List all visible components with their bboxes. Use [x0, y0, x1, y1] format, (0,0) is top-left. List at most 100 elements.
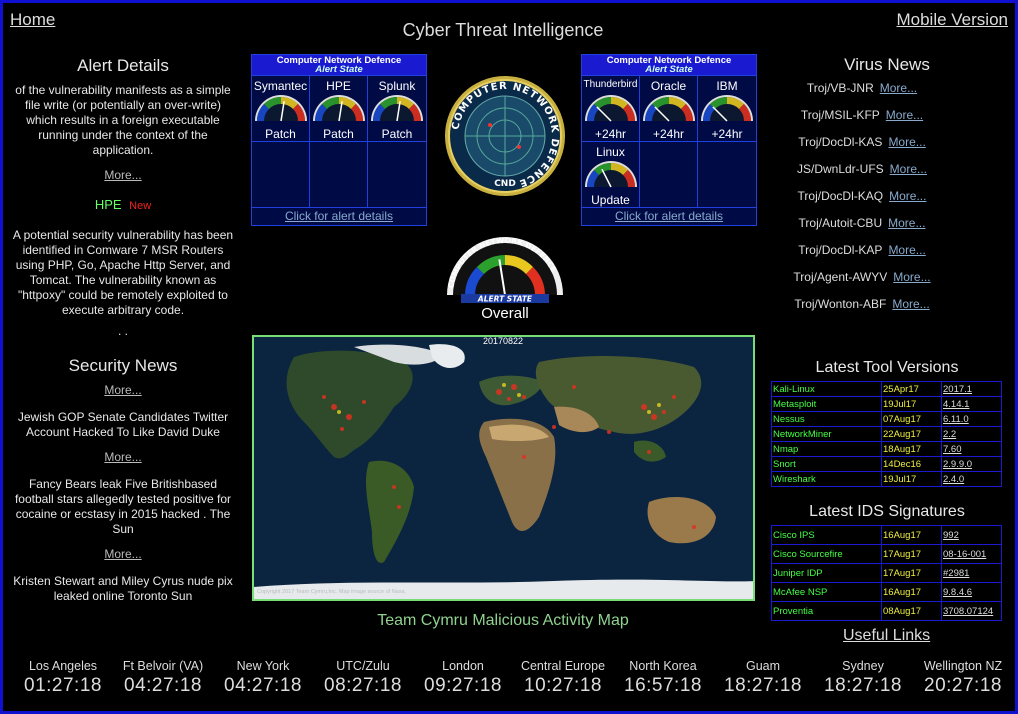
alert-more-link[interactable]: More...: [11, 168, 235, 183]
version-link[interactable]: 9.8.4.6: [941, 582, 1002, 602]
vendor-name: Symantec: [253, 79, 308, 93]
alert-vendor-line: HPE New: [11, 197, 235, 214]
version-link[interactable]: 4.14.1: [941, 396, 1002, 412]
vendor-status: +24hr: [711, 127, 743, 141]
list-item: JS/DwnLdr-UFS More...: [767, 162, 1007, 189]
news-more-link[interactable]: More...: [11, 450, 235, 465]
vendor-name: HPE: [326, 79, 351, 93]
version-link[interactable]: 3708.07124: [941, 601, 1002, 621]
news-item: Kristen Stewart and Miley Cyrus nude pix…: [13, 574, 233, 603]
version-link[interactable]: 7.60: [941, 441, 1002, 457]
table-row: Cisco Sourcefire 17Aug17 08-16-001: [771, 544, 1002, 564]
tool-name: Proventia: [771, 601, 882, 621]
vendor-status: Update: [591, 193, 630, 207]
tool-name: Wireshark: [771, 471, 882, 487]
clock: Guam 18:27:18: [713, 659, 813, 697]
panel-header-sub: Alert State: [645, 64, 693, 75]
vendor-status: Patch: [265, 127, 296, 141]
release-date: 19Jul17: [881, 471, 942, 487]
clock-time: 04:27:18: [124, 675, 202, 696]
virus-more-link[interactable]: More...: [893, 270, 930, 284]
tool-name: NetworkMiner: [771, 426, 882, 442]
version-link[interactable]: #2981: [941, 563, 1002, 583]
list-item: Troj/Agent-AWYV More...: [767, 270, 1007, 297]
alert-details-link[interactable]: Click for alert details: [615, 209, 723, 223]
map-date: 20170822: [482, 336, 524, 346]
virus-more-link[interactable]: More...: [880, 81, 917, 95]
news-more-link[interactable]: More...: [11, 547, 235, 562]
virus-news-list: Troj/VB-JNR More... Troj/MSIL-KFP More... …: [767, 81, 1007, 324]
ids-signatures-table: Cisco IPS 16Aug17 992 Cisco Sourcefire 17Aug…: [771, 525, 1002, 621]
news-item: Fancy Bears leak Five Britishbased footb…: [14, 477, 232, 536]
clock: Central Europe 10:27:18: [513, 659, 613, 697]
table-row: Cisco IPS 16Aug17 992: [771, 525, 1002, 545]
version-link[interactable]: 2.9.9.0: [941, 456, 1002, 472]
vendor-cell-linux[interactable]: Linux Update: [582, 142, 640, 208]
vendor-cell-ibm[interactable]: IBM +24hr: [698, 76, 756, 142]
gauge-icon: [701, 95, 753, 122]
alert-vendor: HPE: [94, 197, 122, 212]
tool-versions-table: Kali-Linux 25Apr17 2017.1 Metasploit 19Jul17…: [771, 381, 1002, 487]
map-copyright: Copyright 2017 Team Cymru,Inc. Map image…: [257, 589, 407, 595]
virus-more-link[interactable]: More...: [888, 135, 925, 149]
mobile-version-link[interactable]: Mobile Version: [896, 10, 1008, 30]
tool-name: Nessus: [771, 411, 882, 427]
clock: Los Angeles 01:27:18: [13, 659, 113, 697]
virus-more-link[interactable]: More...: [888, 216, 925, 230]
list-item: Troj/VB-JNR More...: [767, 81, 1007, 108]
page-title: Cyber Threat Intelligence: [402, 20, 604, 40]
vendor-cell-thunderbird[interactable]: Thunderbird +24hr: [582, 76, 640, 142]
news-item: Jewish GOP Senate Candidates Twitter Acc…: [17, 410, 229, 439]
clock-city: UTC/Zulu: [336, 659, 390, 673]
malicious-activity-map[interactable]: [252, 335, 755, 601]
vendor-cell-symantec[interactable]: Symantec Patch: [252, 76, 310, 142]
version-link[interactable]: 2017.1: [941, 381, 1002, 397]
clock: Ft Belvoir (VA) 04:27:18: [113, 659, 213, 697]
world-map-image: [254, 337, 753, 599]
version-link[interactable]: 08-16-001: [941, 544, 1002, 564]
virus-more-link[interactable]: More...: [892, 297, 929, 311]
overall-alert-gauge-icon[interactable]: COMPUTER NETWORK DEFENCE ALERT STATE: [443, 233, 567, 305]
clock-time: 04:27:18: [224, 675, 302, 696]
virus-name: Troj/DocDl-KAS: [798, 135, 883, 149]
clock: New York 04:27:18: [213, 659, 313, 697]
version-link[interactable]: 2.4.0: [941, 471, 1002, 487]
clock-city: Guam: [745, 659, 781, 673]
clock: London 09:27:18: [413, 659, 513, 697]
version-link[interactable]: 2.2: [941, 426, 1002, 442]
gauge-icon: [371, 95, 423, 122]
virus-news-section: Virus News Troj/VB-JNR More... Troj/MSIL-…: [767, 55, 1007, 324]
virus-name: Troj/VB-JNR: [806, 81, 874, 95]
clock-time: 20:27:18: [924, 675, 1002, 696]
table-row: Nmap 18Aug17 7.60: [771, 441, 1002, 457]
version-link[interactable]: 6.11.0: [941, 411, 1002, 427]
alert-text-2: A potential security vulnerability has b…: [12, 228, 234, 317]
release-date: 07Aug17: [881, 411, 942, 427]
cnd-emblem-icon[interactable]: COMPUTER NETWORK DEFENCE CND: [444, 75, 566, 197]
vendor-status: Patch: [323, 127, 354, 141]
alert-details-link[interactable]: Click for alert details: [285, 209, 393, 223]
overall-label: Overall: [481, 305, 529, 322]
tool-name: Kali-Linux: [771, 381, 882, 397]
security-news-more-link[interactable]: More...: [11, 383, 235, 398]
ids-signatures-heading: Latest IDS Signatures: [809, 503, 965, 520]
virus-more-link[interactable]: More...: [888, 243, 925, 257]
gauge-icon: [312, 95, 365, 122]
list-item: Troj/Wonton-ABF More...: [767, 297, 1007, 324]
vendor-cell-hpe[interactable]: HPE Patch: [310, 76, 368, 142]
clock-city: North Korea: [629, 659, 697, 673]
release-date: 17Aug17: [881, 563, 942, 583]
virus-more-link[interactable]: More...: [890, 162, 927, 176]
virus-more-link[interactable]: More...: [889, 189, 926, 203]
virus-more-link[interactable]: More...: [886, 108, 923, 122]
clock: Wellington NZ 20:27:18: [913, 659, 1013, 697]
vendor-cell-oracle[interactable]: Oracle +24hr: [640, 76, 698, 142]
left-column: Alert Details of the vulnerability manif…: [11, 55, 235, 614]
version-link[interactable]: 992: [941, 525, 1002, 545]
clock-city: Central Europe: [520, 659, 606, 673]
release-date: 16Aug17: [881, 525, 942, 545]
clock: UTC/Zulu 08:27:18: [313, 659, 413, 697]
home-link[interactable]: Home: [10, 10, 55, 30]
vendor-cell-splunk[interactable]: Splunk Patch: [368, 76, 426, 142]
useful-links-link[interactable]: Useful Links: [843, 627, 930, 645]
